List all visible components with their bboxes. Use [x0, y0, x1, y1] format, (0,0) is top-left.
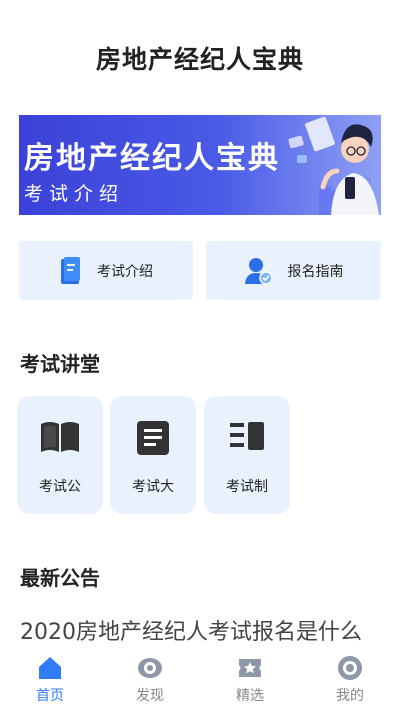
promo-banner[interactable]: 房地产经纪人宝典 考试介绍	[19, 115, 381, 215]
tab-home-label: 首页	[36, 688, 64, 704]
registration-guide-card[interactable]: 报名指南	[206, 241, 381, 300]
exam-intro-card[interactable]: 考试介绍	[19, 241, 193, 300]
profile-circle-icon	[338, 656, 362, 680]
tab-featured[interactable]: 精选	[200, 651, 300, 711]
eye-icon	[138, 658, 162, 678]
tab-featured-label: 精选	[236, 688, 264, 704]
banner-subtitle: 考试介绍	[24, 183, 125, 205]
exam-intro-label: 考试介绍	[97, 263, 153, 280]
registration-guide-label: 报名指南	[287, 263, 344, 280]
person-illustration-icon	[288, 116, 379, 215]
page-title: 房地产经纪人宝典	[95, 45, 304, 74]
document-icon	[137, 421, 169, 455]
tab-discover-label: 发现	[136, 688, 164, 704]
lecture-item[interactable]: 考试制	[204, 396, 290, 514]
lecture-item-label: 考试制	[226, 479, 268, 495]
book-icon	[61, 256, 80, 284]
home-icon	[39, 657, 61, 679]
lecture-item[interactable]: 考试公	[17, 396, 103, 514]
tab-mine[interactable]: 我的	[300, 651, 400, 711]
banner-title: 房地产经纪人宝典	[24, 141, 280, 176]
tab-mine-label: 我的	[336, 688, 364, 704]
list-icon	[230, 422, 264, 450]
ticket-star-icon	[239, 659, 261, 677]
lecture-item-label: 考试大	[132, 479, 174, 495]
lecture-item[interactable]: 考试大	[110, 396, 196, 514]
bottom-tabbar: 首页 发现 精选 我的	[0, 651, 400, 711]
tab-discover[interactable]: 发现	[100, 651, 200, 711]
notice-section-title: 最新公告	[20, 566, 100, 590]
notice-item[interactable]: 2020房地产经纪人考试报名是什么	[20, 614, 390, 646]
lecture-item-label: 考试公	[39, 479, 81, 495]
user-badge-icon	[244, 257, 273, 285]
lecture-section-title: 考试讲堂	[20, 352, 100, 376]
tab-home[interactable]: 首页	[0, 651, 100, 711]
open-book-icon	[41, 422, 79, 452]
